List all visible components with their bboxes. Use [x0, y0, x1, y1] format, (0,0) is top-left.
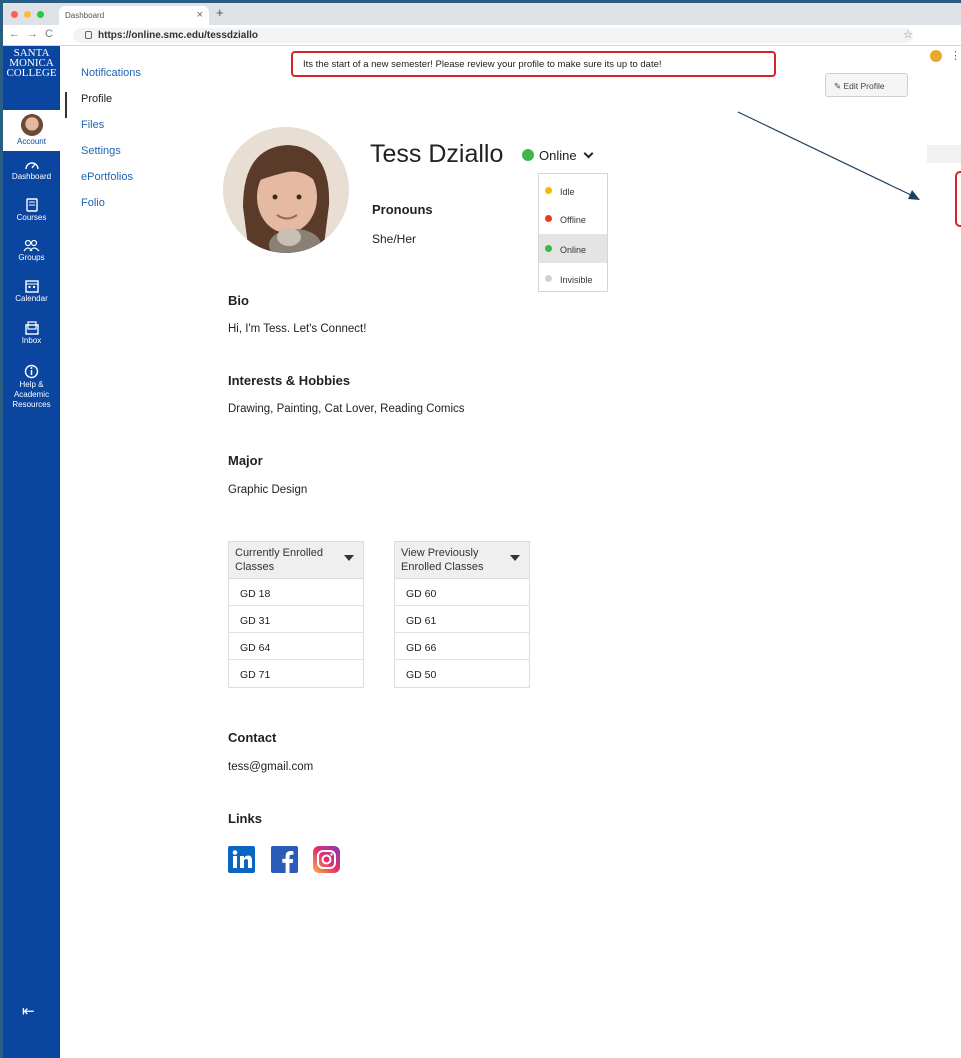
status-option-label: Idle — [560, 187, 575, 197]
profile-photo-illustration — [223, 127, 349, 253]
status-option-label: Online — [560, 245, 587, 255]
inbox-icon — [24, 321, 39, 335]
collapse-nav-icon[interactable]: ⇤ — [22, 1002, 35, 1020]
previous-classes-table: View Previously Enrolled Classes GD 60 G… — [394, 541, 530, 688]
status-selector[interactable]: Online — [522, 148, 594, 163]
invisible-dot-icon — [545, 275, 552, 282]
caret-down-icon — [510, 555, 520, 561]
status-option-invisible[interactable]: Invisible — [539, 264, 607, 293]
interests-value: Drawing, Painting, Cat Lover, Reading Co… — [228, 403, 465, 415]
status-option-offline[interactable]: Offline — [539, 204, 607, 233]
status-option-label: Invisible — [560, 275, 593, 285]
calendar-icon — [24, 280, 39, 293]
status-option-label: Offline — [560, 215, 586, 225]
nav-calendar[interactable]: Calendar — [3, 279, 60, 303]
interests-heading: Interests & Hobbies — [228, 373, 351, 388]
profile-photo[interactable] — [223, 127, 349, 253]
current-classes-dropdown[interactable]: Currently Enrolled Classes — [229, 542, 363, 579]
online-status-dot — [522, 149, 534, 161]
pronouns-value: She/Her — [372, 232, 417, 246]
pronouns-heading: Pronouns — [372, 202, 433, 217]
table-row[interactable]: GD 64 — [229, 633, 363, 660]
status-option-online[interactable]: Online — [539, 234, 607, 263]
screen-frame: Dashboard × + ← → C https://online.smc.e… — [0, 0, 961, 1058]
online-dot-icon — [545, 245, 552, 252]
status-dropdown-menu: Idle Offline Online Invisible — [538, 173, 608, 292]
offscreen-panel-strip — [927, 145, 961, 163]
previous-classes-header-line: Enrolled Classes — [401, 561, 484, 573]
nav-help-label-line1: Help & — [19, 380, 44, 389]
table-row[interactable]: GD 66 — [395, 633, 529, 660]
table-row[interactable]: GD 71 — [229, 660, 363, 687]
previous-classes-dropdown[interactable]: View Previously Enrolled Classes — [395, 542, 529, 579]
status-option-idle[interactable]: Idle — [539, 176, 607, 205]
chevron-down-icon — [583, 148, 594, 159]
contact-email[interactable]: tess@gmail.com — [228, 761, 313, 773]
bio-value: Hi, I'm Tess. Let's Connect! — [228, 323, 367, 335]
linkedin-icon[interactable] — [228, 846, 255, 878]
instagram-icon[interactable] — [313, 846, 340, 878]
offline-dot-icon — [545, 215, 552, 222]
major-heading: Major — [228, 453, 263, 468]
links-heading: Links — [228, 811, 262, 826]
table-row[interactable]: GD 50 — [395, 660, 529, 687]
annotation-arrow — [737, 111, 920, 200]
major-value: Graphic Design — [228, 484, 308, 496]
browser-window: Dashboard × + ← → C https://online.smc.e… — [3, 3, 961, 1058]
table-row[interactable]: GD 61 — [395, 606, 529, 633]
current-classes-header-line: Classes — [235, 561, 275, 573]
nav-inbox-label: Inbox — [21, 336, 42, 345]
offscreen-highlight-box — [955, 171, 961, 227]
status-label: Online — [539, 148, 577, 163]
idle-dot-icon — [545, 187, 552, 194]
contact-heading: Contact — [228, 730, 277, 745]
help-icon — [24, 364, 39, 379]
nav-help-label-line2: Academic — [13, 390, 50, 399]
table-row[interactable]: GD 60 — [395, 579, 529, 606]
current-classes-table: Currently Enrolled Classes GD 18 GD 31 G… — [228, 541, 364, 688]
table-row[interactable]: GD 31 — [229, 606, 363, 633]
nav-inbox[interactable]: Inbox — [3, 321, 60, 345]
bio-heading: Bio — [228, 293, 249, 308]
nav-help[interactable]: Help & Academic Resources — [3, 364, 60, 410]
nav-calendar-label: Calendar — [15, 294, 48, 303]
caret-down-icon — [344, 555, 354, 561]
profile-name: Tess Dziallo — [370, 140, 504, 168]
table-row[interactable]: GD 18 — [229, 579, 363, 606]
facebook-icon[interactable] — [271, 846, 298, 878]
nav-help-label-line3: Resources — [12, 400, 51, 409]
